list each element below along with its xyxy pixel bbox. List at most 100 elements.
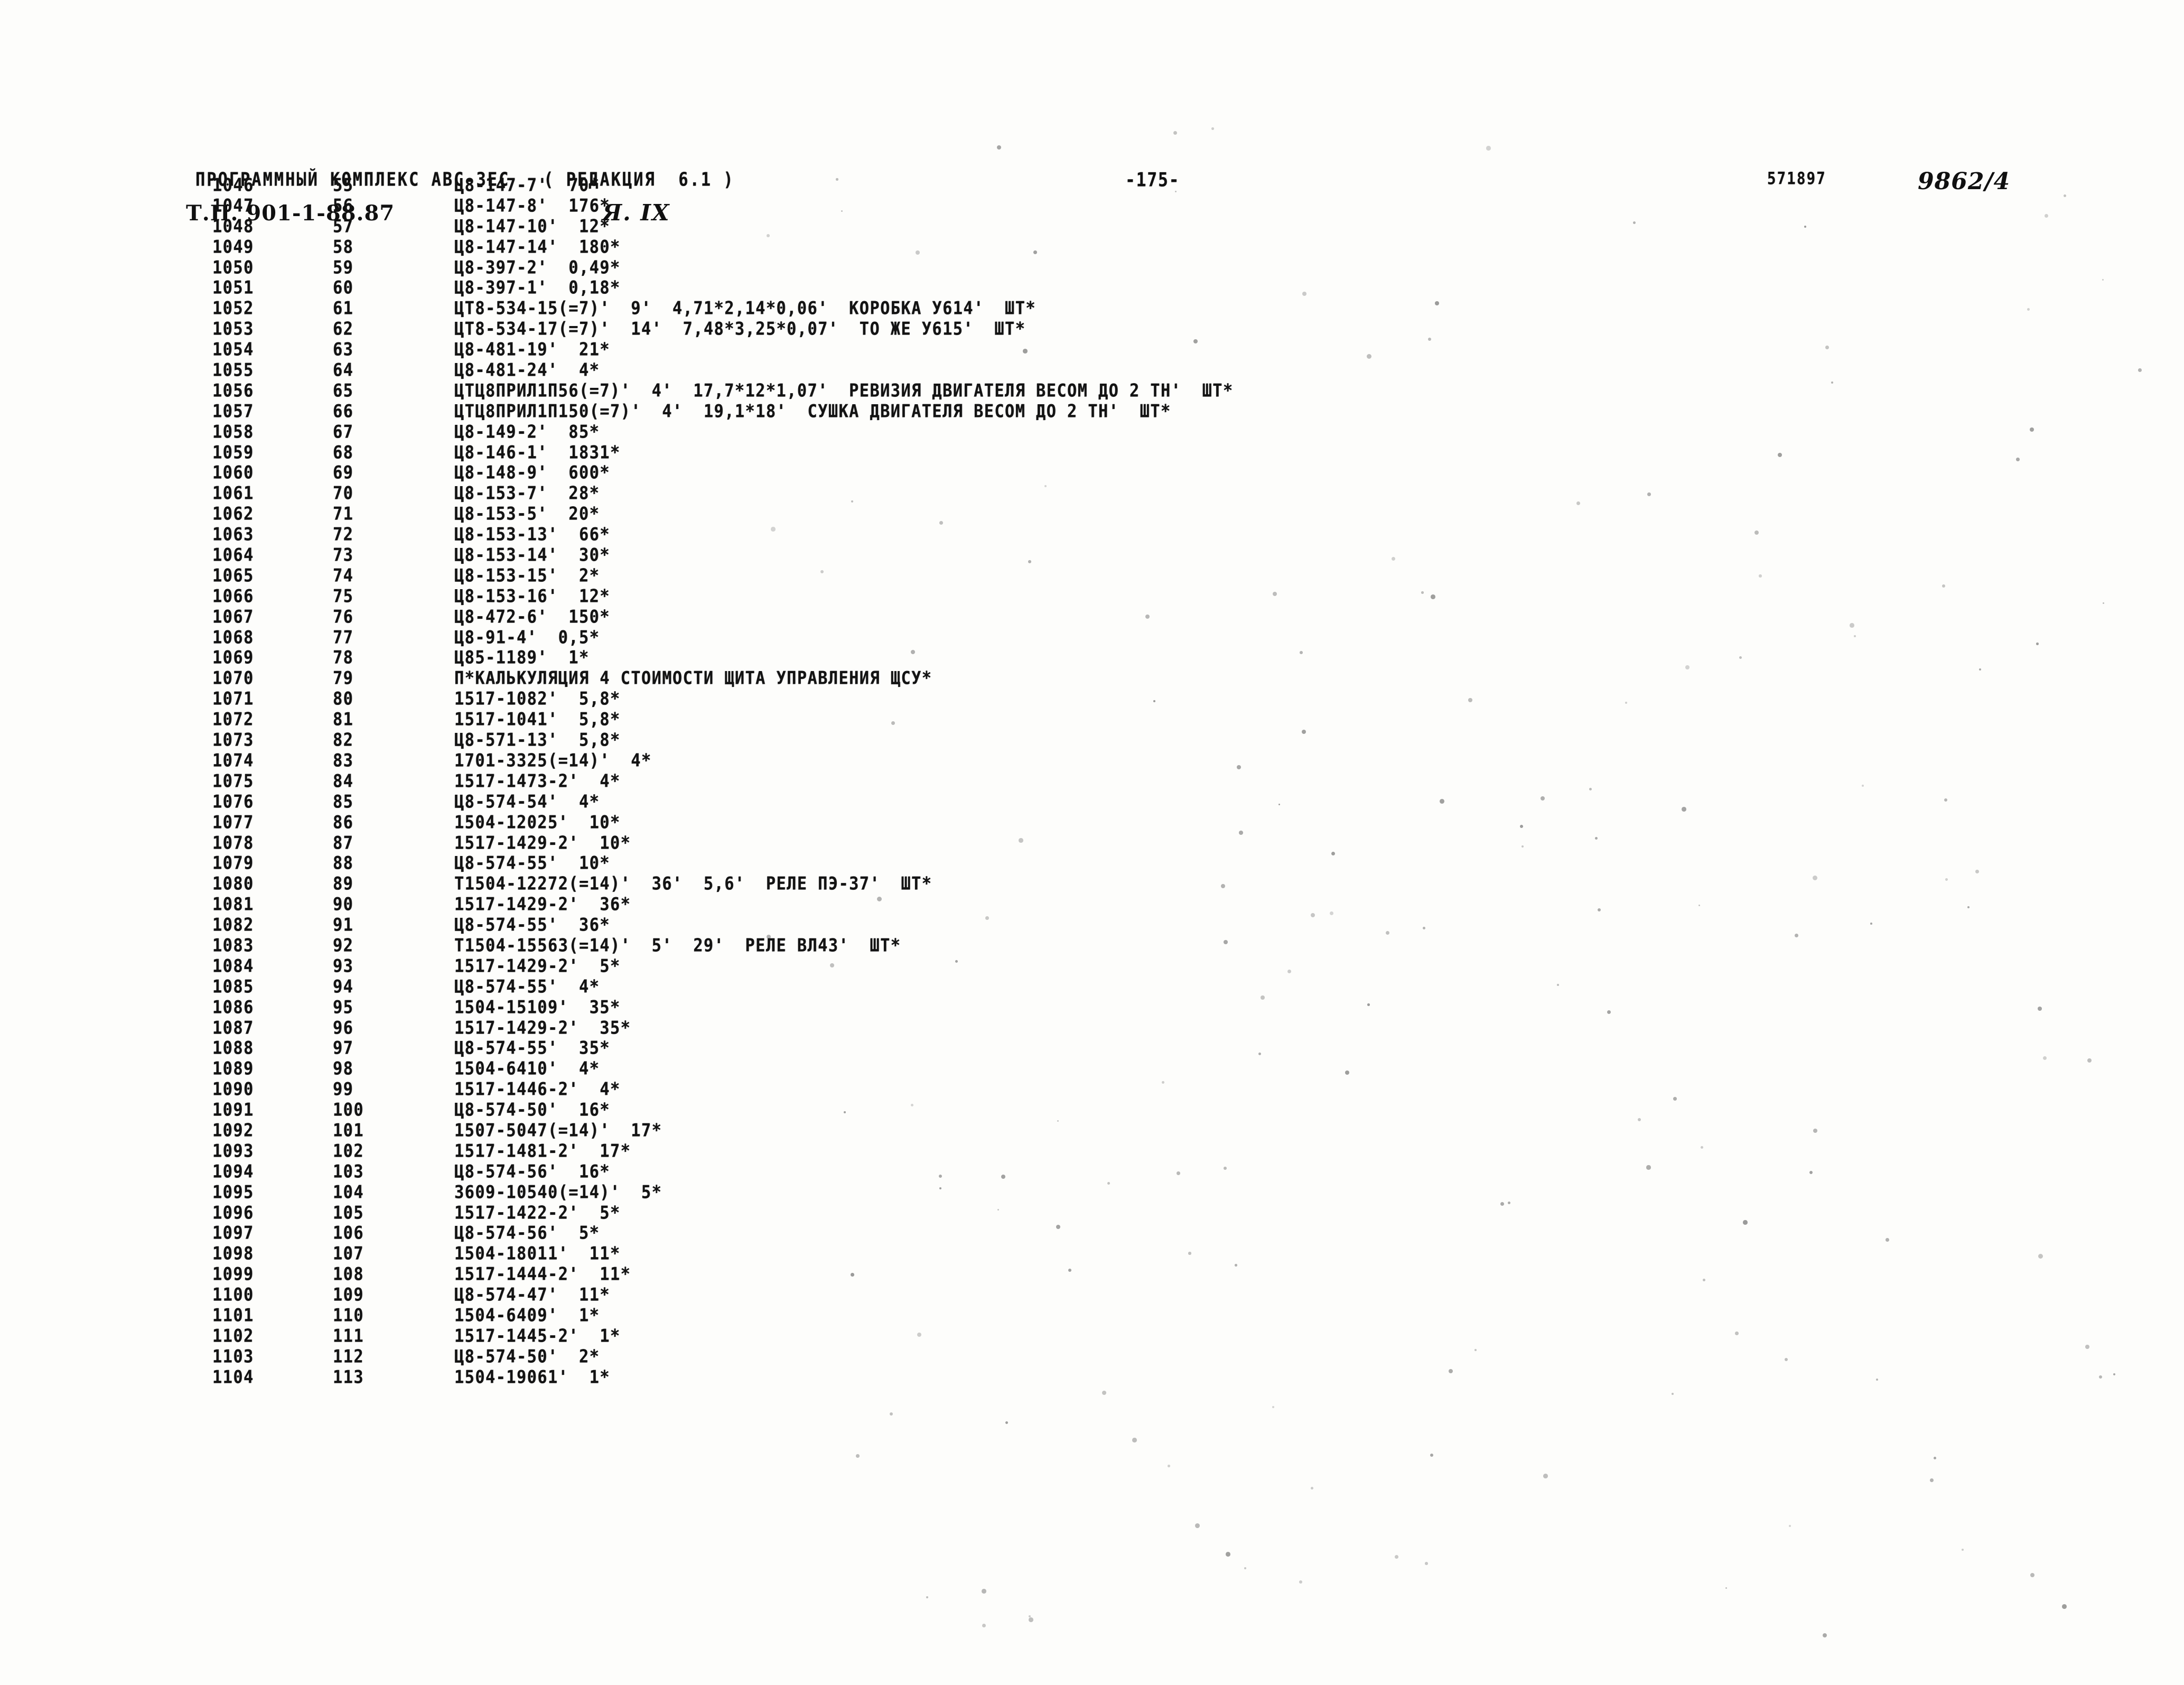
row-resource-code: Ц8-571-13' 5,8* xyxy=(454,730,621,751)
row-item-index: 103 xyxy=(333,1161,364,1183)
row-sequence-number: 1064 xyxy=(212,545,254,566)
row-sequence-number: 1091 xyxy=(212,1100,254,1121)
row-item-index: 67 xyxy=(333,421,354,443)
table-row: 1085 94 Ц8-574-55' 4* xyxy=(0,976,2184,999)
row-sequence-number: 1078 xyxy=(212,832,254,853)
row-item-index: 101 xyxy=(333,1120,364,1141)
table-row: 1078 87 1517-1429-2' 10* xyxy=(0,832,2184,855)
row-item-index: 55 xyxy=(333,175,354,196)
row-resource-code: Ц8-481-19' 21* xyxy=(454,339,610,360)
row-resource-code: 1504-6410' 4* xyxy=(454,1058,600,1079)
table-row: 1089 98 1504-6410' 4* xyxy=(0,1058,2184,1081)
table-row: 1099 108 1517-1444-2' 11* xyxy=(0,1263,2184,1287)
table-row: 1081 90 1517-1429-2' 36* xyxy=(0,893,2184,917)
document-header: ПРОГРАММНЫЙ КОМПЛЕКС АВС-3ЕС ( РЕДАКЦИЯ … xyxy=(0,79,2184,226)
table-row: 1052 61 ЦТ8-534-15(=7)' 9' 4,71*2,14*0,06'… xyxy=(0,297,2184,321)
row-sequence-number: 1058 xyxy=(212,421,254,443)
row-resource-code: 1517-1422-2' 5* xyxy=(454,1202,621,1223)
row-item-index: 97 xyxy=(333,1038,354,1059)
row-sequence-number: 1095 xyxy=(212,1181,254,1203)
row-resource-code: Т1504-12272(=14)' 36' 5,6' РЕЛЕ ПЭ-37' Ш… xyxy=(454,873,932,895)
row-resource-code: Ц8-147-14' 180* xyxy=(454,236,621,257)
table-row: 1065 74 Ц8-153-15' 2* xyxy=(0,565,2184,588)
row-sequence-number: 1092 xyxy=(212,1120,254,1141)
table-row: 1088 97 Ц8-574-55' 35* xyxy=(0,1037,2184,1060)
row-sequence-number: 1069 xyxy=(212,647,254,668)
row-resource-code: Ц8-574-50' 2* xyxy=(454,1346,600,1367)
row-resource-code: Ц8-574-55' 35* xyxy=(454,1038,610,1059)
table-row: 1073 82 Ц8-571-13' 5,8* xyxy=(0,729,2184,752)
row-item-index: 105 xyxy=(333,1202,364,1223)
row-sequence-number: 1046 xyxy=(212,175,254,196)
row-item-index: 69 xyxy=(333,462,354,483)
table-row: 1101 110 1504-6409' 1* xyxy=(0,1305,2184,1328)
row-item-index: 63 xyxy=(333,339,354,360)
row-item-index: 98 xyxy=(333,1058,354,1079)
row-item-index: 72 xyxy=(333,524,354,545)
row-sequence-number: 1050 xyxy=(212,257,254,278)
row-item-index: 87 xyxy=(333,832,354,853)
row-resource-code: Ц8-574-55' 36* xyxy=(454,915,610,936)
row-sequence-number: 1080 xyxy=(212,873,254,895)
row-resource-code: 1517-1429-2' 35* xyxy=(454,1017,631,1038)
row-item-index: 70 xyxy=(333,483,354,504)
table-row: 1084 93 1517-1429-2' 5* xyxy=(0,955,2184,979)
row-item-index: 64 xyxy=(333,360,354,381)
table-row: 1050 59 Ц8-397-2' 0,49* xyxy=(0,257,2184,280)
row-sequence-number: 1104 xyxy=(212,1366,254,1388)
row-resource-code: Ц8-146-1' 1831* xyxy=(454,442,621,463)
table-row: 1091 100 Ц8-574-50' 16* xyxy=(0,1099,2184,1122)
row-sequence-number: 1068 xyxy=(212,627,254,648)
row-item-index: 95 xyxy=(333,997,354,1018)
row-sequence-number: 1070 xyxy=(212,668,254,689)
row-sequence-number: 1087 xyxy=(212,1017,254,1038)
row-resource-code: 1517-1429-2' 36* xyxy=(454,894,631,915)
row-resource-code: Ц8-149-2' 85* xyxy=(454,421,600,443)
row-sequence-number: 1066 xyxy=(212,585,254,607)
row-resource-code: Ц8-574-47' 11* xyxy=(454,1284,610,1306)
row-item-index: 85 xyxy=(333,791,354,813)
row-resource-code: 1504-12025' 10* xyxy=(454,812,621,833)
table-row: 1070 79 П*КАЛЬКУЛЯЦИЯ 4 СТОИМОСТИ ЩИТА УПР… xyxy=(0,667,2184,691)
row-sequence-number: 1084 xyxy=(212,955,254,977)
row-item-index: 111 xyxy=(333,1325,364,1347)
row-resource-code: 1517-1445-2' 1* xyxy=(454,1325,621,1347)
row-sequence-number: 1103 xyxy=(212,1346,254,1367)
row-item-index: 59 xyxy=(333,257,354,278)
row-sequence-number: 1076 xyxy=(212,791,254,813)
row-sequence-number: 1094 xyxy=(212,1161,254,1183)
row-item-index: 90 xyxy=(333,894,354,915)
row-sequence-number: 1090 xyxy=(212,1079,254,1100)
row-resource-code: ЦТЦ8ПРИЛ1П150(=7)' 4' 19,1*18' СУШКА ДВИ… xyxy=(454,401,1171,422)
table-row: 1079 88 Ц8-574-55' 10* xyxy=(0,852,2184,876)
row-item-index: 65 xyxy=(333,380,354,402)
table-row: 1047 56 Ц8-147-8' 176* xyxy=(0,195,2184,218)
row-item-index: 94 xyxy=(333,976,354,998)
row-item-index: 68 xyxy=(333,442,354,463)
table-row: 1049 58 Ц8-147-14' 180* xyxy=(0,236,2184,259)
table-row: 1094 103 Ц8-574-56' 16* xyxy=(0,1161,2184,1184)
table-row: 1090 99 1517-1446-2' 4* xyxy=(0,1078,2184,1102)
row-sequence-number: 1054 xyxy=(212,339,254,360)
scanned-page: ПРОГРАММНЫЙ КОМПЛЕКС АВС-3ЕС ( РЕДАКЦИЯ … xyxy=(0,0,2184,1685)
row-resource-code: Ц85-1189' 1* xyxy=(454,647,590,668)
row-resource-code: 1517-1446-2' 4* xyxy=(454,1079,621,1100)
printout-listing: 1046 55 Ц8-147-7' 70* 1047 56 Ц8-147-8' 176* 1… xyxy=(0,174,2184,1388)
row-sequence-number: 1055 xyxy=(212,360,254,381)
table-row: 1063 72 Ц8-153-13' 66* xyxy=(0,524,2184,547)
row-sequence-number: 1086 xyxy=(212,997,254,1018)
row-item-index: 57 xyxy=(333,216,354,237)
row-resource-code: Ц8-153-16' 12* xyxy=(454,585,610,607)
table-row: 1077 86 1504-12025' 10* xyxy=(0,812,2184,835)
row-sequence-number: 1056 xyxy=(212,380,254,402)
table-row: 1087 96 1517-1429-2' 35* xyxy=(0,1017,2184,1040)
row-sequence-number: 1083 xyxy=(212,935,254,956)
row-resource-code: Ц8-472-6' 150* xyxy=(454,606,610,628)
row-sequence-number: 1048 xyxy=(212,216,254,237)
row-sequence-number: 1088 xyxy=(212,1038,254,1059)
row-resource-code: Ц8-574-56' 5* xyxy=(454,1223,600,1244)
row-resource-code: Ц8-153-13' 66* xyxy=(454,524,610,545)
table-row: 1076 85 Ц8-574-54' 4* xyxy=(0,791,2184,814)
row-sequence-number: 1075 xyxy=(212,770,254,792)
row-resource-code: 1504-18011' 11* xyxy=(454,1243,621,1264)
